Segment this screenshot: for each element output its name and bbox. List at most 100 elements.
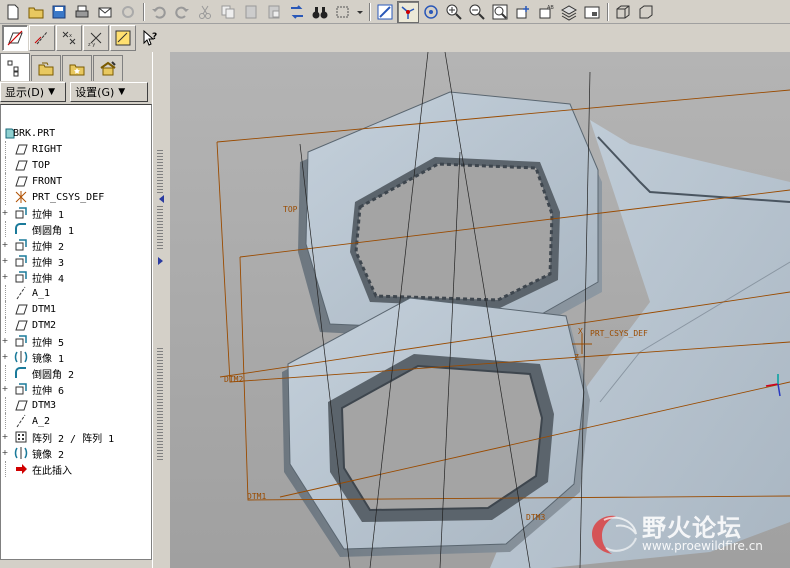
expand-plus-icon[interactable]: + xyxy=(1,433,9,441)
find-binoculars-icon[interactable] xyxy=(309,1,331,23)
svg-text:x: x xyxy=(69,33,72,39)
splitter-grip[interactable] xyxy=(157,348,163,462)
save-icon[interactable] xyxy=(48,1,70,23)
expand-plus-icon[interactable]: + xyxy=(1,385,9,393)
tree-item[interactable]: + 拉伸 5 xyxy=(1,333,151,349)
tree-item[interactable]: RIGHT xyxy=(1,141,151,157)
tree-item[interactable]: DTM2 xyxy=(1,317,151,333)
tree-connector xyxy=(5,157,13,173)
expand-plus-icon[interactable]: + xyxy=(1,449,9,457)
expand-plus-icon[interactable]: + xyxy=(1,241,9,249)
round-icon xyxy=(14,222,28,236)
tree-item[interactable]: A_2 xyxy=(1,413,151,429)
pattern-icon xyxy=(14,430,28,444)
collapse-left-icon[interactable] xyxy=(157,194,165,204)
tab-favorites[interactable] xyxy=(62,55,92,81)
new-file-icon[interactable] xyxy=(2,1,24,23)
tree-item-label: 拉伸 3 xyxy=(32,257,65,269)
print-icon[interactable] xyxy=(71,1,93,23)
tree-item[interactable]: + 镜像 1 xyxy=(1,349,151,365)
tree-item[interactable]: 倒圆角 2 xyxy=(1,365,151,381)
tree-item[interactable]: TOP xyxy=(1,157,151,173)
splitter-grip[interactable] xyxy=(157,150,163,194)
datum-points-toggle-icon[interactable]: x xyxy=(56,25,82,51)
splitter-grip[interactable] xyxy=(157,206,163,250)
whats-this-help-icon[interactable]: ? xyxy=(137,25,163,51)
tree-item[interactable]: DTM1 xyxy=(1,301,151,317)
tree-item[interactable]: + 阵列 2 / 阵列 1 xyxy=(1,429,151,445)
send-mail-icon[interactable] xyxy=(94,1,116,23)
tree-item[interactable]: 在此插入 xyxy=(1,461,151,477)
display-menu-button[interactable]: 显示(D) ▼ xyxy=(0,82,67,102)
datum-plane-icon xyxy=(14,142,28,156)
svg-text:AB: AB xyxy=(547,5,554,11)
undo-icon[interactable] xyxy=(148,1,170,23)
model-render: X Z TOP DTM2 DTM1 DTM3 PRT_CSYS_DEF xyxy=(170,52,790,568)
orient-mode-icon[interactable] xyxy=(420,1,442,23)
regenerate-icon[interactable] xyxy=(286,1,308,23)
annotation-toggle-icon[interactable] xyxy=(110,25,136,51)
tree-item[interactable]: DTM3 xyxy=(1,397,151,413)
tree-item-label: A_1 xyxy=(32,287,51,299)
model-tree[interactable]: BRK.PRT RIGHT TOP FRONT PRT_CSYS_DEF + 拉伸 1 倒圆… xyxy=(0,104,152,560)
tree-item[interactable]: + 拉伸 6 xyxy=(1,381,151,397)
tree-item-label: TOP xyxy=(32,159,51,171)
redo-icon[interactable] xyxy=(171,1,193,23)
link-icon[interactable] xyxy=(117,1,139,23)
tree-item[interactable]: 倒圆角 1 xyxy=(1,221,151,237)
tree-connector xyxy=(5,317,13,333)
saved-views-icon[interactable]: AB xyxy=(535,1,557,23)
tree-item-label: 拉伸 6 xyxy=(32,385,65,397)
tree-item[interactable]: + 拉伸 3 xyxy=(1,253,151,269)
expand-right-icon[interactable] xyxy=(157,256,165,266)
tree-root[interactable]: BRK.PRT xyxy=(1,125,151,141)
tab-model-tree[interactable] xyxy=(0,53,30,81)
watermark-title: 野火论坛 xyxy=(642,514,742,542)
open-folder-icon[interactable] xyxy=(25,1,47,23)
select-box-icon[interactable] xyxy=(332,1,354,23)
tree-item[interactable]: PRT_CSYS_DEF xyxy=(1,189,151,205)
csys-toggle-icon[interactable]: z y xyxy=(83,25,109,51)
view-manager-icon[interactable] xyxy=(581,1,603,23)
spin-center-icon[interactable] xyxy=(397,0,419,23)
datum-planes-toggle-icon[interactable] xyxy=(2,25,28,51)
tree-item-label: FRONT xyxy=(32,175,63,187)
settings-menu-label: 设置(G) xyxy=(75,86,115,99)
tree-item[interactable]: FRONT xyxy=(1,173,151,189)
dropdown-arrow-icon[interactable] xyxy=(355,1,365,23)
expand-plus-icon[interactable]: + xyxy=(1,273,9,281)
hidden-line-icon[interactable] xyxy=(635,1,657,23)
paste-icon[interactable] xyxy=(240,1,262,23)
tree-item-label: 阵列 2 / 阵列 1 xyxy=(32,433,115,445)
tab-folder-browser[interactable] xyxy=(31,55,61,81)
expand-plus-icon[interactable]: + xyxy=(1,353,9,361)
tab-connections[interactable] xyxy=(93,55,123,81)
refit-icon[interactable] xyxy=(489,1,511,23)
expand-plus-icon[interactable]: + xyxy=(1,209,9,217)
paste-special-icon[interactable] xyxy=(263,1,285,23)
tree-item[interactable]: A_1 xyxy=(1,285,151,301)
tree-connector xyxy=(5,397,13,413)
layers-icon[interactable] xyxy=(558,1,580,23)
tree-item-label: 镜像 1 xyxy=(32,353,65,365)
wireframe-cube-icon[interactable] xyxy=(612,1,634,23)
datum-axes-toggle-icon[interactable] xyxy=(29,25,55,51)
tree-item[interactable]: + 拉伸 1 xyxy=(1,205,151,221)
tree-item[interactable]: + 镜像 2 xyxy=(1,445,151,461)
zoom-out-icon[interactable] xyxy=(466,1,488,23)
copy-icon[interactable] xyxy=(217,1,239,23)
cut-icon[interactable] xyxy=(194,1,216,23)
tree-item[interactable]: + 拉伸 4 xyxy=(1,269,151,285)
datum-display-icon[interactable] xyxy=(374,1,396,23)
expand-plus-icon[interactable]: + xyxy=(1,337,9,345)
tree-item[interactable]: + 拉伸 2 xyxy=(1,237,151,253)
main-toolbar: AB xyxy=(0,0,790,24)
tree-item-label: DTM1 xyxy=(32,303,57,315)
reorient-icon[interactable] xyxy=(512,1,534,23)
toolbar-separator xyxy=(369,2,371,21)
expand-plus-icon[interactable]: + xyxy=(1,257,9,265)
zoom-in-icon[interactable] xyxy=(443,1,465,23)
settings-menu-button[interactable]: 设置(G) ▼ xyxy=(70,82,148,102)
graphics-viewport[interactable]: X Z TOP DTM2 DTM1 DTM3 PRT_CSYS_DEF 野火论坛… xyxy=(170,52,790,568)
navigator-splitter[interactable] xyxy=(152,52,170,568)
